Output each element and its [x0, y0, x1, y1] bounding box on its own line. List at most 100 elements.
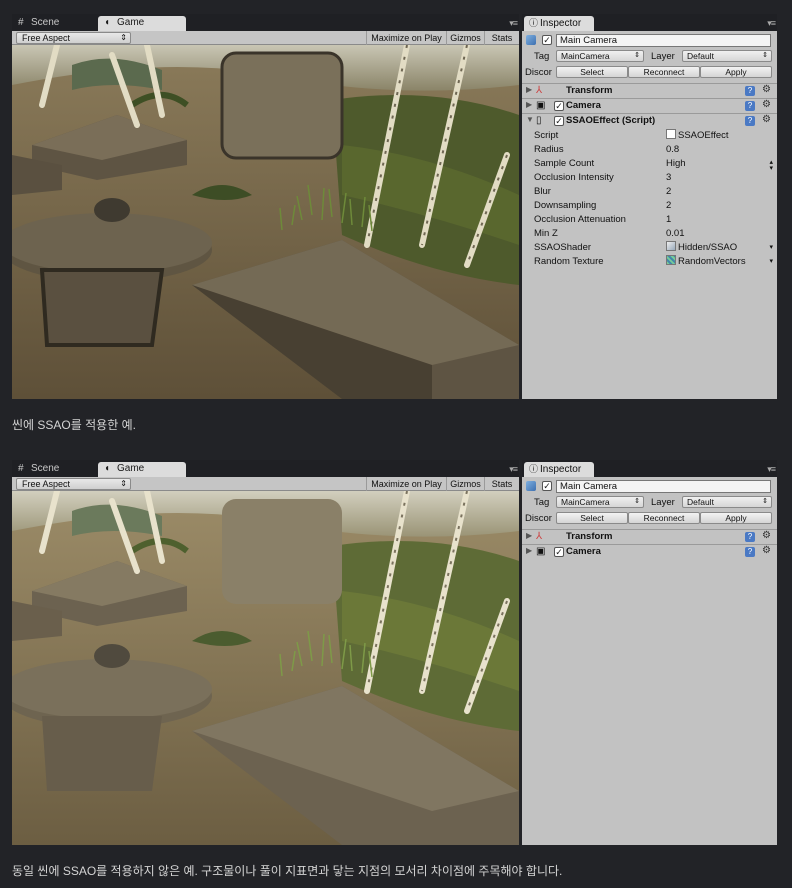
component-camera[interactable]: ▶ ▣ ✓ Camera ? ⚙ — [522, 544, 777, 559]
tab-inspector[interactable]: ⓘ Inspector — [524, 462, 594, 477]
transform-axes-icon: ⅄ — [536, 85, 543, 96]
tab-scene[interactable]: # Scene — [12, 462, 98, 477]
inspector-body: ✓ Main Camera Tag MainCamera ⇕ Layer Defa… — [522, 477, 777, 845]
inspector-tabbar: ⓘ Inspector ▾≡ — [522, 460, 777, 477]
tag-dropdown[interactable]: MainCamera ⇕ — [556, 496, 644, 508]
tab-game[interactable]: ◖ Game — [98, 462, 186, 477]
min-z-field[interactable]: 0.01 — [666, 227, 685, 241]
tag-layer-row: Tag MainCamera ⇕ Layer Default ⇕ — [522, 49, 777, 64]
scene-grid-icon: # — [18, 17, 24, 28]
foldout-arrow-icon[interactable]: ▶ — [526, 531, 532, 540]
gear-icon[interactable]: ⚙ — [762, 99, 771, 111]
tag-dropdown[interactable]: MainCamera ⇕ — [556, 50, 644, 62]
help-icon[interactable]: ? — [745, 86, 755, 96]
script-field[interactable]: SSAOEffect — [666, 129, 729, 143]
aspect-dropdown[interactable]: Free Aspect ⇕ — [16, 32, 131, 44]
tab-game[interactable]: ◖ Game — [98, 16, 186, 31]
object-name-field[interactable]: Main Camera — [556, 480, 771, 493]
texture-icon — [666, 255, 676, 265]
foldout-arrow-icon[interactable]: ▶ — [526, 100, 532, 109]
inspector-menu-icon[interactable]: ▾≡ — [767, 18, 776, 29]
tab-inspector[interactable]: ⓘ Inspector — [524, 16, 594, 31]
object-name-field[interactable]: Main Camera — [556, 34, 771, 47]
object-picker-icon[interactable]: ▾ — [769, 244, 773, 251]
select-button[interactable]: Select — [556, 66, 628, 78]
blur-field[interactable]: 2 — [666, 185, 671, 199]
prop-value: High — [666, 158, 686, 169]
component-enabled-checkbox[interactable]: ✓ — [554, 547, 564, 557]
panel-menu-icon[interactable]: ▾≡ — [509, 18, 518, 29]
component-title: Camera — [566, 546, 601, 557]
gizmos-button[interactable]: Gizmos — [446, 477, 484, 491]
reconnect-button[interactable]: Reconnect — [628, 66, 700, 78]
apply-button[interactable]: Apply — [700, 66, 772, 78]
sample-count-dropdown[interactable]: High — [666, 157, 776, 171]
downsampling-field[interactable]: 2 — [666, 199, 671, 213]
game-pacman-icon: ◖ — [104, 463, 111, 474]
stats-button[interactable]: Stats — [484, 31, 519, 45]
game-toolbar: Free Aspect ⇕ Maximize on Play Gizmos Sta… — [12, 477, 519, 491]
gear-icon[interactable]: ⚙ — [762, 530, 771, 542]
tab-scene-label: Scene — [31, 463, 60, 474]
help-icon[interactable]: ? — [745, 532, 755, 542]
random-texture-field[interactable]: RandomVectors — [666, 255, 746, 269]
prop-value: RandomVectors — [678, 256, 746, 267]
tag-layer-row: Tag MainCamera ⇕ Layer Default ⇕ — [522, 495, 777, 510]
inspector-menu-icon[interactable]: ▾≡ — [767, 464, 776, 475]
help-icon[interactable]: ? — [745, 116, 755, 126]
apply-button[interactable]: Apply — [700, 512, 772, 524]
occlusion-attenuation-field[interactable]: 1 — [666, 213, 671, 227]
dropdown-arrows-icon: ⇕ — [120, 33, 127, 42]
layer-dropdown[interactable]: Default ⇕ — [682, 496, 772, 508]
object-header-row: ✓ Main Camera — [522, 479, 777, 494]
game-view-render[interactable] — [12, 45, 519, 399]
screenshot-with-ssao: # Scene ◖ Game ▾≡ Free Aspect ⇕ Maximize on… — [12, 14, 777, 399]
disconnect-label[interactable]: Discor — [525, 66, 552, 79]
panel-menu-icon[interactable]: ▾≡ — [509, 464, 518, 475]
scene-render-image — [12, 45, 519, 399]
component-enabled-checkbox[interactable]: ✓ — [554, 116, 564, 126]
foldout-arrow-icon[interactable]: ▼ — [526, 115, 534, 124]
maximize-on-play-button[interactable]: Maximize on Play — [366, 477, 446, 491]
component-enabled-checkbox[interactable]: ✓ — [554, 101, 564, 111]
select-button[interactable]: Select — [556, 512, 628, 524]
game-view-render[interactable] — [12, 491, 519, 845]
component-transform[interactable]: ▶ ⅄ Transform ? ⚙ — [522, 83, 777, 98]
foldout-arrow-icon[interactable]: ▶ — [526, 546, 532, 555]
dropdown-arrows-icon: ⇕ — [634, 498, 640, 505]
ssao-shader-field[interactable]: Hidden/SSAO — [666, 241, 737, 255]
stats-button[interactable]: Stats — [484, 477, 519, 491]
prop-name: Blur — [534, 186, 551, 197]
dropdown-arrows-icon: ⇕ — [762, 498, 768, 505]
active-checkbox[interactable]: ✓ — [542, 35, 552, 45]
component-transform[interactable]: ▶ ⅄ Transform ? ⚙ — [522, 529, 777, 544]
dropdown-arrows-icon: ⇕ — [762, 52, 768, 59]
prop-name: Script — [534, 130, 559, 141]
active-checkbox[interactable]: ✓ — [542, 481, 552, 491]
component-camera[interactable]: ▶ ▣ ✓ Camera ? ⚙ — [522, 98, 777, 113]
help-icon[interactable]: ? — [745, 101, 755, 111]
component-ssaoeffect[interactable]: ▼ ▯ ✓ SSAOEffect (Script) ? ⚙ — [522, 113, 777, 128]
aspect-dropdown[interactable]: Free Aspect ⇕ — [16, 478, 131, 490]
disconnect-label[interactable]: Discor — [525, 512, 552, 525]
tab-inspector-label: Inspector — [540, 464, 582, 475]
foldout-arrow-icon[interactable]: ▶ — [526, 85, 532, 94]
view-tabbar: # Scene ◖ Game ▾≡ — [12, 14, 519, 31]
maximize-on-play-button[interactable]: Maximize on Play — [366, 31, 446, 45]
layer-label: Layer — [651, 497, 675, 508]
tab-scene[interactable]: # Scene — [12, 16, 98, 31]
gear-icon[interactable]: ⚙ — [762, 84, 771, 96]
reconnect-button[interactable]: Reconnect — [628, 512, 700, 524]
tab-game-label: Game — [117, 463, 145, 474]
help-icon[interactable]: ? — [745, 547, 755, 557]
object-picker-icon[interactable]: ▾ — [769, 258, 773, 265]
gear-icon[interactable]: ⚙ — [762, 545, 771, 557]
gear-icon[interactable]: ⚙ — [762, 114, 771, 126]
gizmos-button[interactable]: Gizmos — [446, 31, 484, 45]
radius-field[interactable]: 0.8 — [666, 143, 679, 157]
layer-dropdown[interactable]: Default ⇕ — [682, 50, 772, 62]
occlusion-intensity-field[interactable]: 3 — [666, 171, 671, 185]
tab-game-label: Game — [117, 17, 145, 28]
inspector-body: ✓ Main Camera Tag MainCamera ⇕ Layer Defa… — [522, 31, 777, 399]
camera-icon: ▣ — [536, 100, 546, 111]
